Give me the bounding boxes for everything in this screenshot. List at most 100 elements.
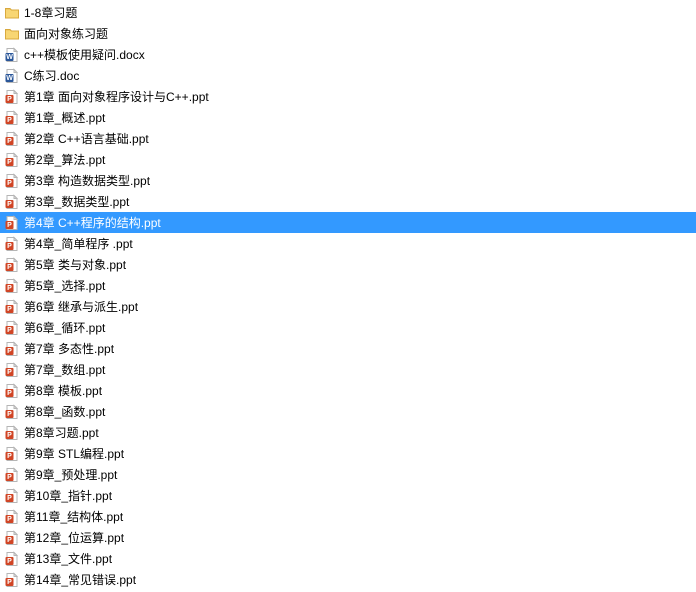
powerpoint-document-icon: P [4, 215, 20, 231]
file-name-label: 第6章 继承与派生.ppt [24, 299, 138, 315]
file-row[interactable]: P 第4章 C++程序的结构.ppt [0, 212, 696, 233]
file-row[interactable]: P 第12章_位运算.ppt [0, 527, 696, 548]
svg-text:P: P [7, 348, 12, 355]
file-row[interactable]: P 第1章 面向对象程序设计与C++.ppt [0, 86, 696, 107]
file-name-label: 第6章_循环.ppt [24, 320, 105, 336]
powerpoint-document-icon: P [4, 446, 20, 462]
file-row[interactable]: P 第3章 构造数据类型.ppt [0, 170, 696, 191]
svg-text:P: P [7, 222, 12, 229]
file-name-label: 第14章_常见错误.ppt [24, 572, 136, 588]
file-name-label: 第7章 多态性.ppt [24, 341, 114, 357]
file-name-label: 第3章 构造数据类型.ppt [24, 173, 150, 189]
file-name-label: 第13章_文件.ppt [24, 551, 112, 567]
file-row[interactable]: P 第9章 STL编程.ppt [0, 443, 696, 464]
file-row[interactable]: P 第10章_指针.ppt [0, 485, 696, 506]
file-name-label: 1-8章习题 [24, 5, 77, 21]
file-row[interactable]: P 第8章 模板.ppt [0, 380, 696, 401]
file-row[interactable]: P 第9章_预处理.ppt [0, 464, 696, 485]
file-row[interactable]: P第4章_简单程序 .ppt [0, 233, 696, 254]
file-row[interactable]: P第7章_数组.ppt [0, 359, 696, 380]
powerpoint-document-icon: P [4, 509, 20, 525]
svg-text:P: P [7, 201, 12, 208]
svg-text:P: P [7, 264, 12, 271]
powerpoint-document-icon: P [4, 530, 20, 546]
file-name-label: 第12章_位运算.ppt [24, 530, 124, 546]
svg-text:P: P [7, 180, 12, 187]
svg-text:W: W [6, 75, 13, 82]
powerpoint-document-icon: P [4, 425, 20, 441]
file-name-label: 第9章_预处理.ppt [24, 467, 117, 483]
file-row[interactable]: P 第14章_常见错误.ppt [0, 569, 696, 590]
powerpoint-document-icon: P [4, 551, 20, 567]
powerpoint-document-icon: P [4, 341, 20, 357]
powerpoint-document-icon: P [4, 278, 20, 294]
file-row[interactable]: P 第13章_文件.ppt [0, 548, 696, 569]
file-name-label: 第4章 C++程序的结构.ppt [24, 215, 161, 231]
svg-text:P: P [7, 579, 12, 586]
powerpoint-document-icon: P [4, 488, 20, 504]
svg-text:P: P [7, 495, 12, 502]
file-row[interactable]: 面向对象练习题 [0, 23, 696, 44]
file-name-label: 第10章_指针.ppt [24, 488, 112, 504]
powerpoint-document-icon: P [4, 110, 20, 126]
powerpoint-document-icon: P [4, 404, 20, 420]
folder-icon [4, 26, 20, 42]
file-row[interactable]: P 第1章_概述.ppt [0, 107, 696, 128]
file-name-label: C练习.doc [24, 68, 79, 84]
file-row[interactable]: P 第8章_函数.ppt [0, 401, 696, 422]
file-name-label: 第5章_选择.ppt [24, 278, 105, 294]
powerpoint-document-icon: P [4, 173, 20, 189]
svg-text:P: P [7, 138, 12, 145]
file-row[interactable]: W C练习.doc [0, 65, 696, 86]
svg-text:P: P [7, 516, 12, 523]
folder-icon [4, 5, 20, 21]
powerpoint-document-icon: P [4, 572, 20, 588]
file-name-label: 第7章_数组.ppt [24, 362, 105, 378]
file-name-label: 第9章 STL编程.ppt [24, 446, 124, 462]
powerpoint-document-icon: P [4, 299, 20, 315]
powerpoint-document-icon: P [4, 236, 20, 252]
svg-text:P: P [7, 558, 12, 565]
svg-text:P: P [7, 117, 12, 124]
file-row[interactable]: P 第7章 多态性.ppt [0, 338, 696, 359]
file-row[interactable]: P 第2章 C++语言基础.ppt [0, 128, 696, 149]
svg-text:P: P [7, 474, 12, 481]
svg-text:P: P [7, 327, 12, 334]
file-name-label: 第8章 模板.ppt [24, 383, 102, 399]
file-row[interactable]: P第5章_选择.ppt [0, 275, 696, 296]
file-row[interactable]: P 第3章_数据类型.ppt [0, 191, 696, 212]
file-name-label: 第2章 C++语言基础.ppt [24, 131, 149, 147]
file-name-label: 第8章_函数.ppt [24, 404, 105, 420]
file-name-label: 第5章 类与对象.ppt [24, 257, 126, 273]
svg-text:W: W [6, 54, 13, 61]
file-list: 1-8章习题面向对象练习题Wc++模板使用疑问.docxWC练习.docP第1章… [0, 0, 696, 592]
svg-text:P: P [7, 390, 12, 397]
svg-text:P: P [7, 453, 12, 460]
file-row[interactable]: P第2章_算法.ppt [0, 149, 696, 170]
file-row[interactable]: P 第5章 类与对象.ppt [0, 254, 696, 275]
file-name-label: 第3章_数据类型.ppt [24, 194, 129, 210]
file-name-label: 第1章_概述.ppt [24, 110, 105, 126]
svg-text:P: P [7, 243, 12, 250]
powerpoint-document-icon: P [4, 257, 20, 273]
powerpoint-document-icon: P [4, 194, 20, 210]
file-name-label: 面向对象练习题 [24, 26, 108, 42]
file-name-label: 第11章_结构体.ppt [24, 509, 123, 525]
file-row[interactable]: P第8章习题.ppt [0, 422, 696, 443]
file-row[interactable]: P 第6章_循环.ppt [0, 317, 696, 338]
file-row[interactable]: Wc++模板使用疑问.docx [0, 44, 696, 65]
file-row[interactable]: P 第11章_结构体.ppt [0, 506, 696, 527]
file-name-label: 第1章 面向对象程序设计与C++.ppt [24, 89, 209, 105]
word-document-icon: W [4, 68, 20, 84]
powerpoint-document-icon: P [4, 320, 20, 336]
svg-text:P: P [7, 411, 12, 418]
word-document-icon: W [4, 47, 20, 63]
svg-text:P: P [7, 96, 12, 103]
powerpoint-document-icon: P [4, 467, 20, 483]
file-row[interactable]: P第6章 继承与派生.ppt [0, 296, 696, 317]
svg-text:P: P [7, 537, 12, 544]
file-row[interactable]: 1-8章习题 [0, 2, 696, 23]
powerpoint-document-icon: P [4, 131, 20, 147]
powerpoint-document-icon: P [4, 383, 20, 399]
powerpoint-document-icon: P [4, 152, 20, 168]
